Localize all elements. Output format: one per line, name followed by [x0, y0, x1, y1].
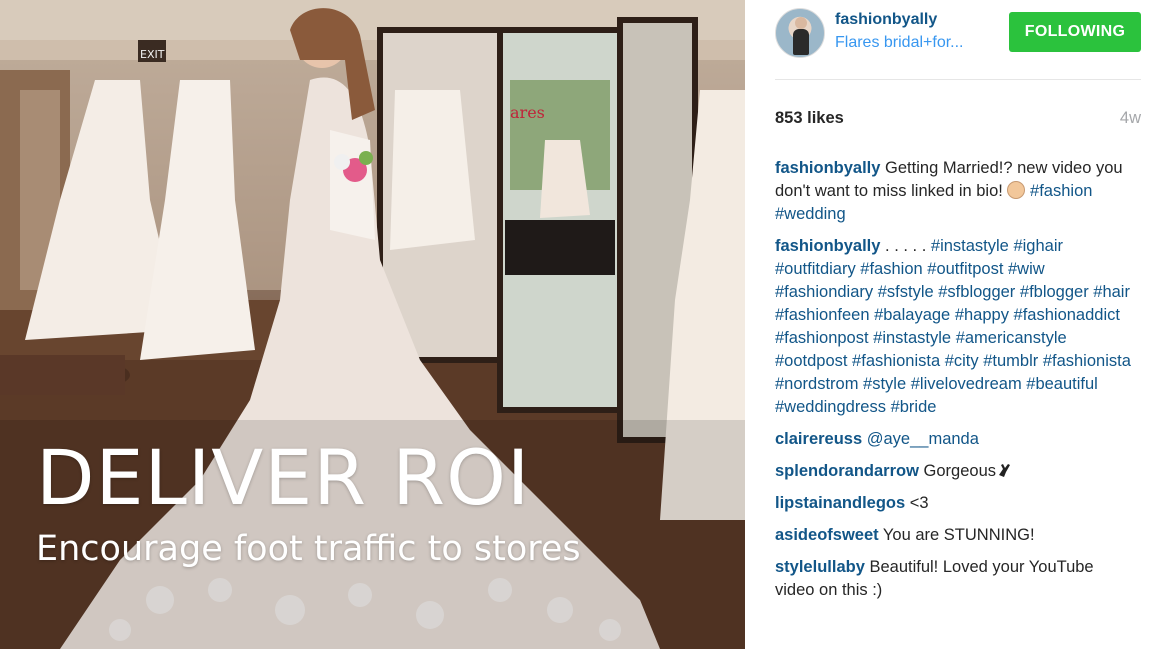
- avatar[interactable]: [775, 8, 825, 58]
- comment-mention[interactable]: @aye__manda: [867, 430, 979, 448]
- following-button[interactable]: FOLLOWING: [1009, 12, 1141, 52]
- post-photo[interactable]: EXIT ares DELIVER ROI Encourage foot tra…: [0, 0, 745, 649]
- comment-text: You are STUNNING!: [882, 526, 1035, 544]
- subheadline: Encourage foot traffic to stores: [36, 529, 581, 569]
- comment-text: <3: [909, 494, 929, 512]
- list-item: fashionbyally Getting Married!? new vide…: [775, 157, 1135, 226]
- post-header: fashionbyally Flares bridal+for... FOLLO…: [775, 8, 1141, 80]
- post-age[interactable]: 4w: [1120, 109, 1141, 128]
- ok-hand-icon: [999, 464, 1011, 477]
- comment-hashtags[interactable]: #instastyle #ighair #outfitdiary #fashio…: [775, 237, 1131, 416]
- author-username[interactable]: fashionbyally: [835, 11, 937, 29]
- comment-username[interactable]: splendorandarrow: [775, 462, 919, 480]
- comment-username[interactable]: lipstainandlegos: [775, 494, 905, 512]
- post-sidebar: fashionbyally Flares bridal+for... FOLLO…: [745, 0, 1151, 649]
- location-link[interactable]: Flares bridal+for...: [835, 34, 964, 52]
- comment-text: Gorgeous: [923, 462, 997, 480]
- list-item: fashionbyally . . . . . #instastyle #igh…: [775, 235, 1135, 419]
- face-emoji-icon: [1007, 181, 1026, 199]
- list-item: splendorandarrow Gorgeous: [775, 460, 1135, 483]
- comments-list: fashionbyally Getting Married!? new vide…: [775, 157, 1135, 611]
- list-item: asideofsweet You are STUNNING!: [775, 524, 1135, 547]
- comment-username[interactable]: clairereuss: [775, 430, 862, 448]
- comment-username[interactable]: fashionbyally: [775, 159, 880, 177]
- list-item: stylelullaby Beautiful! Loved your YouTu…: [775, 556, 1135, 602]
- exit-sign: EXIT: [140, 48, 165, 61]
- likes-count[interactable]: 853 likes: [775, 109, 844, 128]
- comment-text: . . . . .: [885, 237, 927, 255]
- comment-username[interactable]: asideofsweet: [775, 526, 879, 544]
- list-item: clairereuss @aye__manda: [775, 428, 1135, 451]
- list-item: lipstainandlegos <3: [775, 492, 1135, 515]
- comment-username[interactable]: stylelullaby: [775, 558, 865, 576]
- comment-username[interactable]: fashionbyally: [775, 237, 880, 255]
- headline: DELIVER ROI: [36, 433, 531, 522]
- window-sign: ares: [510, 103, 545, 122]
